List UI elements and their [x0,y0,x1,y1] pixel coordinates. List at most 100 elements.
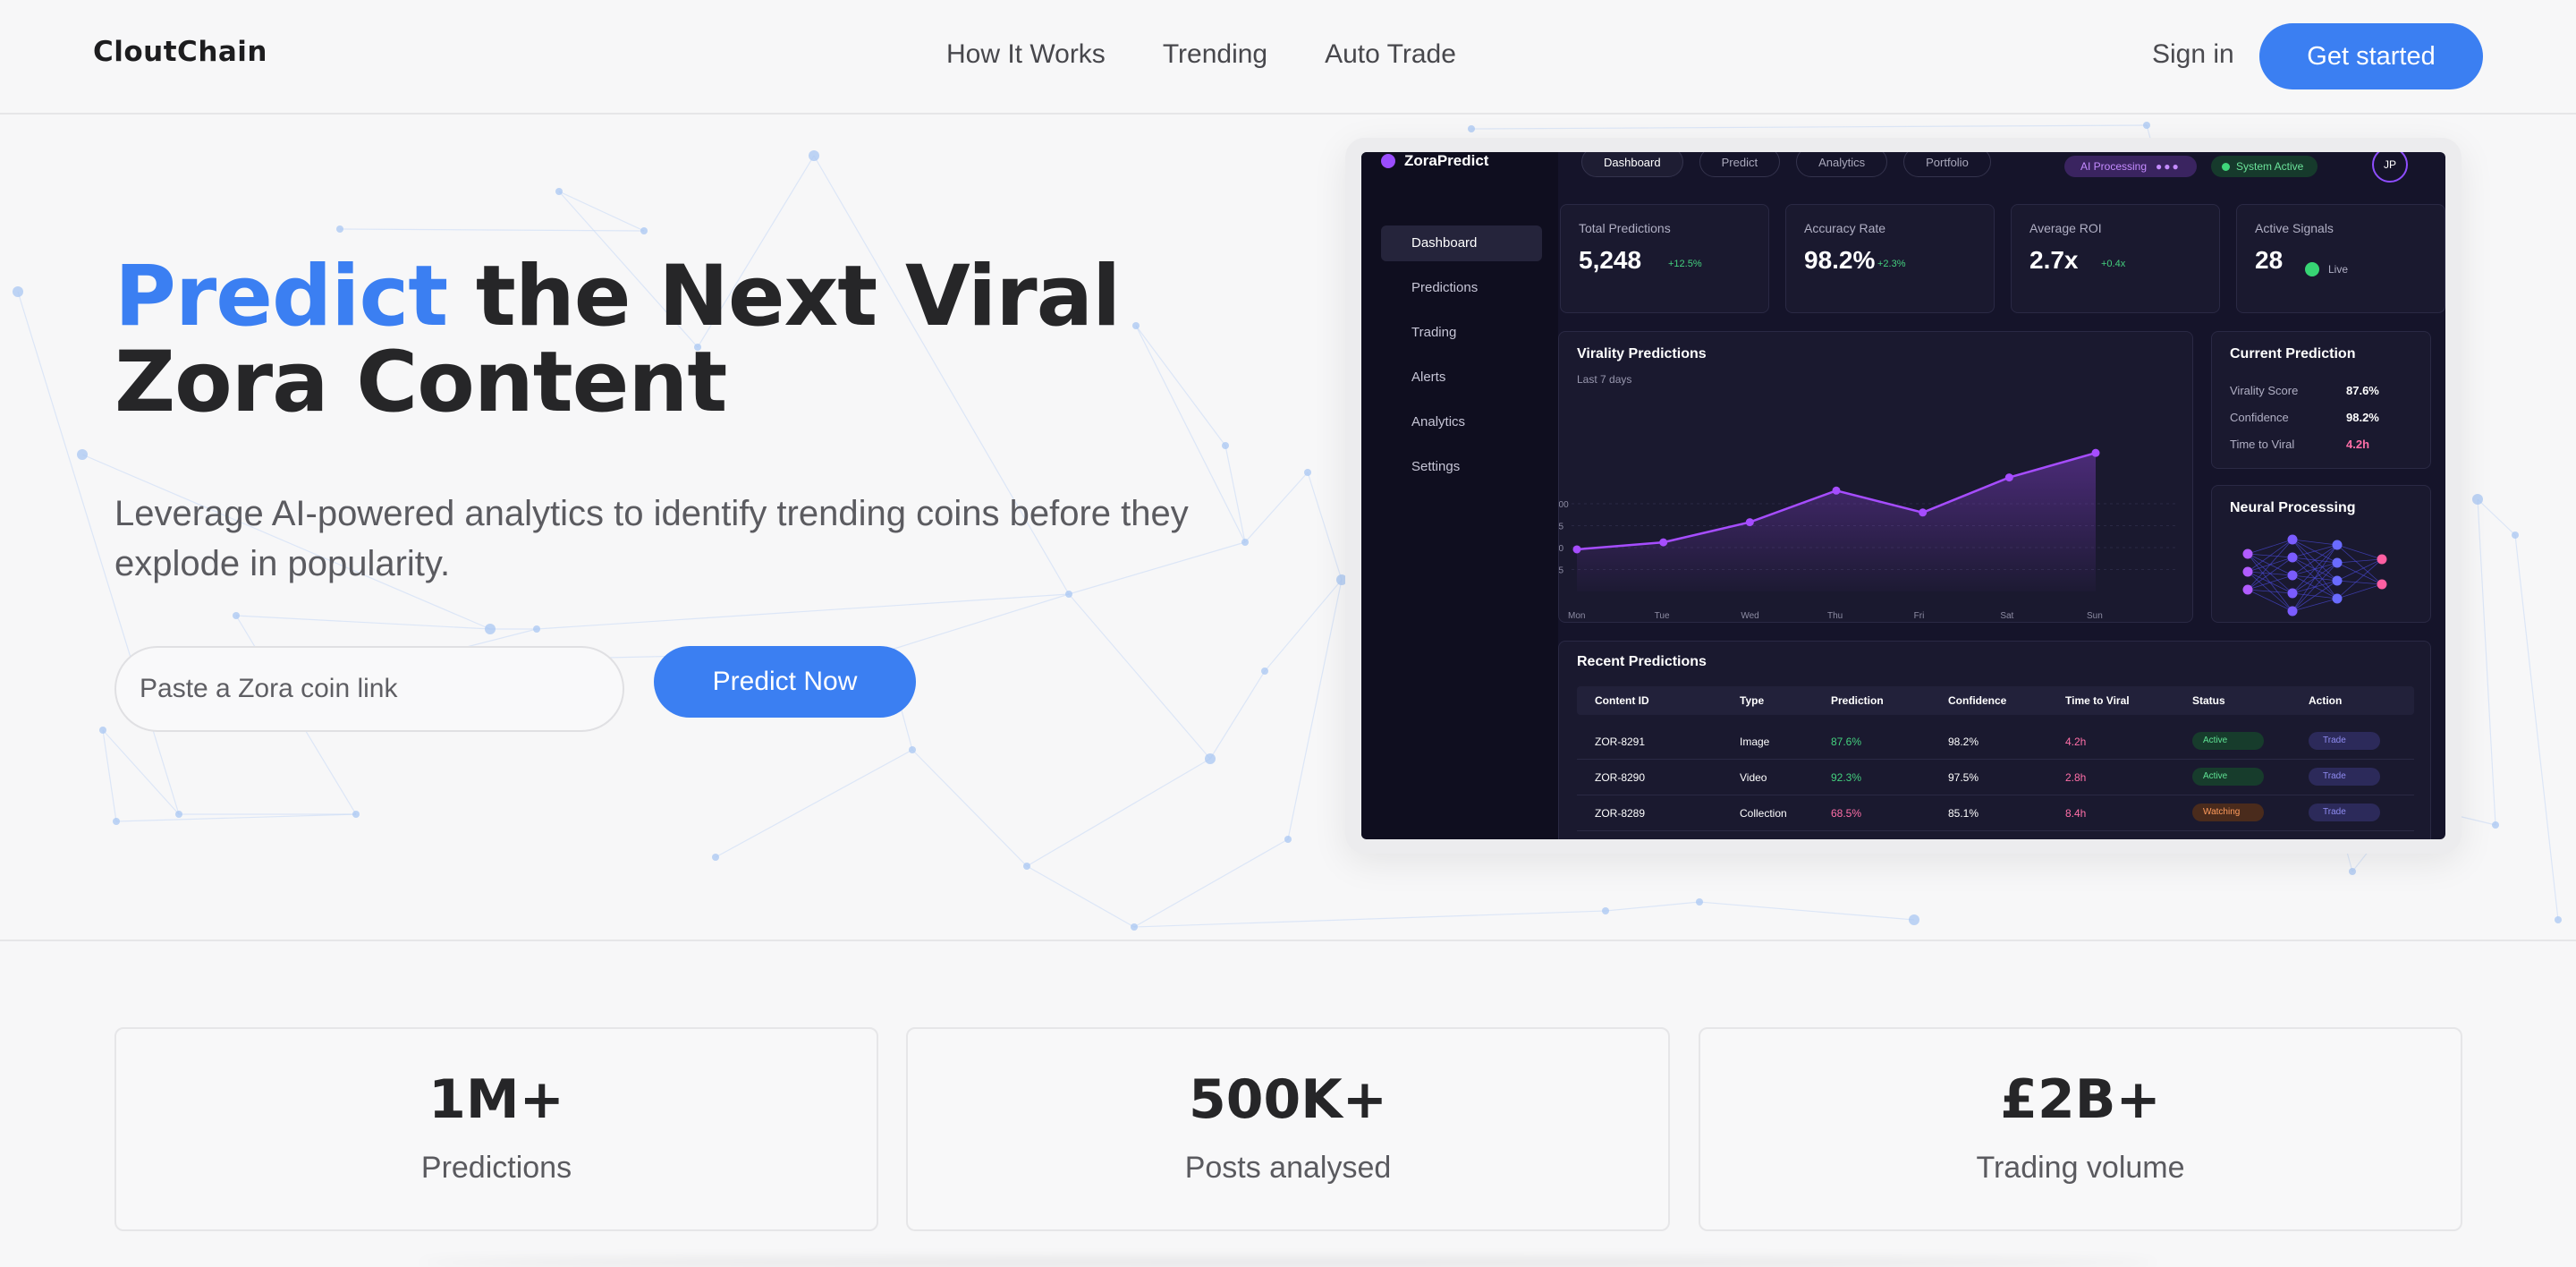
data-point [2091,448,2100,457]
neural-node [2287,606,2298,616]
network-node [809,150,819,161]
sign-in-link[interactable]: Sign in [2152,39,2234,70]
network-edge [1699,901,1915,921]
th-prediction: Prediction [1831,694,1884,707]
data-point [1832,486,1841,495]
kpi-value: 98.2% [1804,246,1876,274]
dash-nav-analytics[interactable]: Analytics [1381,404,1542,440]
network-node [533,625,540,633]
neural-link [2292,544,2338,558]
neural-link [2247,539,2293,573]
data-point [1745,518,1754,527]
network-node [712,854,719,861]
zora-link-input[interactable] [114,646,624,732]
hero-title-accent: Predict [114,248,448,345]
dashboard-nav: Dashboard Predictions Trading Alerts Ana… [1381,225,1542,494]
recent-predictions-card: Recent Predictions Content ID Type Predi… [1558,641,2431,839]
network-edge [1026,865,1135,928]
table-row: ZOR-8290 Video 92.3% 97.5% 2.8h Active T… [1577,760,2414,795]
neural-node [2242,584,2253,595]
kpi-label: Average ROI [2029,221,2102,235]
area-fill [1577,453,2096,591]
neural-link [2292,562,2338,612]
dashboard-brand: ZoraPredict [1381,152,1488,170]
network-node [1909,914,1919,925]
network-node [2555,916,2562,923]
dash-nav-settings[interactable]: Settings [1381,449,1542,485]
dash-tab-predict[interactable]: Predict [1699,152,1781,177]
network-node [1468,125,1475,132]
neural-processing-title: Neural Processing [2230,500,2356,515]
cell-prediction: 92.3% [1831,771,1862,784]
cell-time-to-viral: 2.8h [2065,771,2087,784]
brand-logo[interactable]: CloutChain [93,36,267,68]
trade-button[interactable]: Trade [2309,732,2380,750]
kpi-value: 5,248 [1579,246,1642,274]
neural-node [2332,540,2343,550]
network-edge [1605,901,1700,912]
neural-node [2377,554,2387,565]
hero-title: Predict the Next Viral Zora Content [114,254,1277,426]
trade-button[interactable]: Trade [2309,768,2380,786]
dash-tab-dashboard[interactable]: Dashboard [1581,152,1683,177]
user-avatar[interactable]: JP [2372,152,2408,183]
dash-nav-dashboard[interactable]: Dashboard [1381,225,1542,261]
kpi-live-label: Live [2328,263,2349,276]
row-value: 4.2h [2346,438,2370,451]
get-started-button[interactable]: Get started [2259,23,2483,89]
dash-nav-alerts[interactable]: Alerts [1381,360,1542,395]
cell-content-id: ZOR-8289 [1595,807,1646,820]
dash-nav-trading[interactable]: Trading [1381,315,1542,351]
dash-tab-analytics[interactable]: Analytics [1796,152,1888,177]
x-tick-label: Sat [2000,611,2013,621]
dashboard-tabs: Dashboard Predict Analytics Portfolio [1581,152,1991,177]
network-edge [102,729,117,822]
dash-tab-portfolio[interactable]: Portfolio [1903,152,1991,177]
cell-confidence: 85.1% [1948,807,1979,820]
neural-link [2292,598,2338,612]
neural-network-graphic [2242,534,2387,616]
cell-type: Video [1740,771,1767,784]
bottom-shadow [420,1258,2156,1267]
stat-label: Predictions [420,1151,572,1185]
network-node [77,449,88,460]
kpi-value: 28 [2255,246,2284,274]
network-node [1284,836,1292,843]
kpi-change: +0.4x [2101,259,2126,269]
table-header: Content ID Type Prediction Confidence Ti… [1577,686,2414,715]
network-node [113,818,120,825]
data-point [2004,473,2013,482]
network-node [485,624,496,634]
th-content-id: Content ID [1595,694,1649,707]
cell-type: Image [1740,736,1770,748]
network-edge [911,749,1028,867]
neural-node [2287,552,2298,563]
nav-trending[interactable]: Trending [1163,39,1267,70]
kpi-average-roi: Average ROI 2.7x +0.4x [2011,204,2220,313]
cell-confidence: 98.2% [1948,736,1979,748]
neural-link [2292,580,2338,612]
kpi-value: 2.7x [2029,246,2079,274]
network-node [2512,531,2519,539]
th-time-to-viral: Time to Viral [2065,694,2130,707]
stat-card-posts: 500K+ Posts analysed [906,1027,1670,1231]
neural-node [2377,579,2387,590]
y-tick-label: 50 [1559,544,1564,554]
kpi-change: +2.3% [1877,259,1906,269]
network-edge [339,228,645,232]
stat-value: £2B+ [2000,1068,2161,1131]
row-value: 87.6% [2346,384,2379,397]
neural-link [2292,539,2338,546]
neural-node [2242,566,2253,577]
neural-link [2336,544,2383,560]
predict-now-button[interactable]: Predict Now [654,646,916,718]
network-node [99,727,106,734]
dash-nav-predictions[interactable]: Predictions [1381,270,1542,306]
nav-auto-trade[interactable]: Auto Trade [1325,39,1456,70]
cell-time-to-viral: 8.4h [2065,807,2087,820]
nav-how-it-works[interactable]: How It Works [946,39,1106,70]
trade-button[interactable]: Trade [2309,804,2380,821]
x-tick-label: Fri [1914,611,1925,621]
kpi-change: +12.5% [1668,259,1702,269]
y-tick-label: 25 [1559,566,1564,576]
